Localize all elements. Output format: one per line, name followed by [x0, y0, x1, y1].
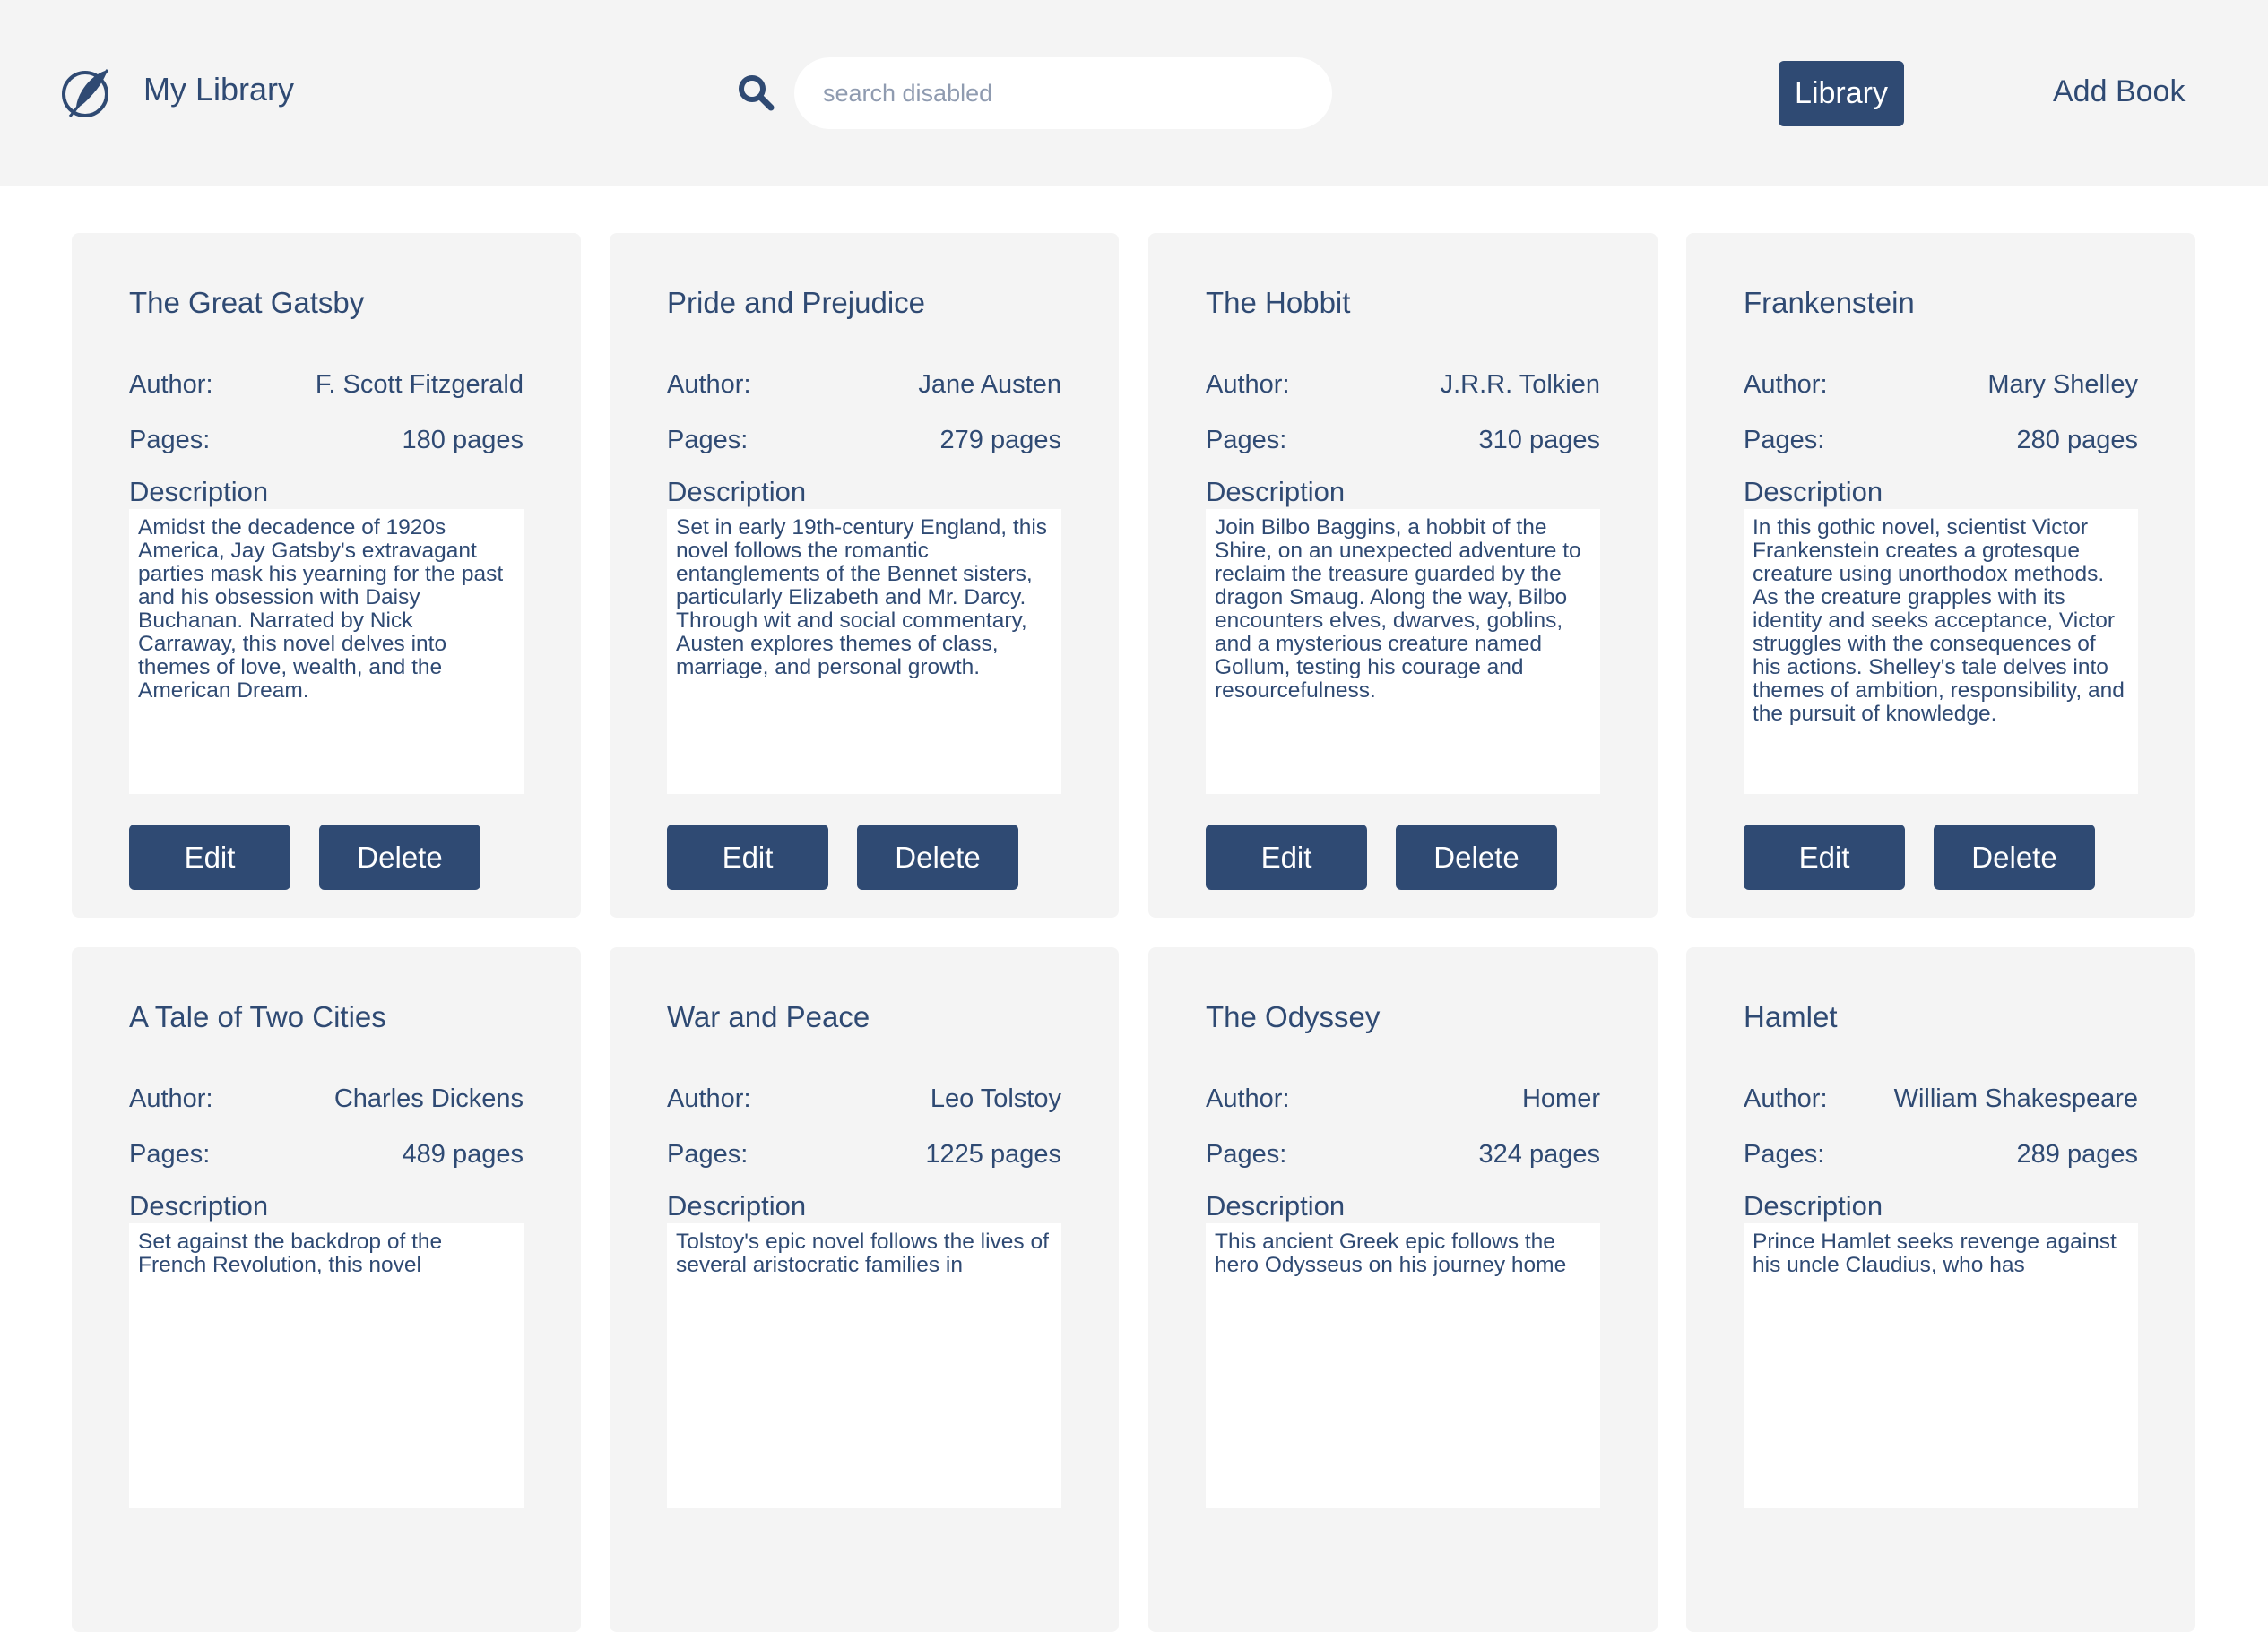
author-label: Author: [1744, 1084, 1828, 1113]
delete-button[interactable]: Delete [857, 825, 1018, 890]
book-title: Frankenstein [1744, 286, 1915, 319]
search-input[interactable] [794, 57, 1332, 129]
author-value: F. Scott Fitzgerald [315, 370, 524, 399]
description-label: Description [667, 476, 807, 507]
author-value: Mary Shelley [1987, 370, 2138, 399]
book-title: War and Peace [667, 1000, 870, 1033]
description-text: Prince Hamlet seeks revenge against his … [1744, 1223, 2138, 1508]
edit-button[interactable]: Edit [1206, 825, 1367, 890]
book-card: The Great Gatsby Author: F. Scott Fitzge… [72, 233, 581, 918]
pages-value: 289 pages [2016, 1140, 2138, 1169]
author-value: Jane Austen [918, 370, 1061, 399]
description-text: Set in early 19th-century England, this … [667, 509, 1061, 794]
description-label: Description [667, 1190, 807, 1222]
pages-label: Pages: [1206, 1140, 1287, 1169]
pages-value: 324 pages [1478, 1140, 1600, 1169]
pages-value: 310 pages [1478, 426, 1600, 454]
description-label: Description [1206, 476, 1346, 507]
description-label: Description [129, 476, 269, 507]
author-value: Homer [1521, 1084, 1600, 1113]
description-label: Description [129, 1190, 269, 1222]
description-text: Tolstoy's epic novel follows the lives o… [667, 1223, 1061, 1508]
pages-value: 180 pages [402, 426, 524, 454]
pages-label: Pages: [1206, 426, 1287, 454]
pages-label: Pages: [667, 1140, 749, 1169]
book-card: Hamlet Author: William Shakespeare Pages… [1686, 947, 2195, 1632]
book-card: Frankenstein Author: Mary Shelley Pages:… [1686, 233, 2195, 918]
author-value: Charles Dickens [333, 1084, 524, 1113]
feather-pen-icon[interactable] [59, 65, 115, 120]
pages-value: 280 pages [2016, 426, 2138, 454]
book-card: The Odyssey Author: Homer Pages: 324 pag… [1148, 947, 1658, 1632]
book-title: Pride and Prejudice [667, 286, 926, 319]
author-value: Leo Tolstoy [930, 1084, 1061, 1113]
nav-add-book-link[interactable]: Add Book [2053, 70, 2185, 113]
description-text: Set against the backdrop of the French R… [129, 1223, 524, 1508]
author-value: J.R.R. Tolkien [1440, 370, 1600, 399]
pages-label: Pages: [129, 1140, 211, 1169]
author-label: Author: [1206, 370, 1290, 399]
book-title: The Hobbit [1206, 286, 1351, 319]
book-title: Hamlet [1744, 1000, 1838, 1033]
author-label: Author: [1744, 370, 1828, 399]
pages-label: Pages: [667, 426, 749, 454]
description-label: Description [1744, 476, 1883, 507]
delete-button[interactable]: Delete [319, 825, 480, 890]
edit-button[interactable]: Edit [1744, 825, 1905, 890]
delete-button[interactable]: Delete [1934, 825, 2095, 890]
author-label: Author: [667, 1084, 751, 1113]
description-text: This ancient Greek epic follows the hero… [1206, 1223, 1600, 1508]
book-card: A Tale of Two Cities Author: Charles Dic… [72, 947, 581, 1632]
book-title: The Great Gatsby [129, 286, 365, 319]
edit-button[interactable]: Edit [667, 825, 828, 890]
author-label: Author: [129, 370, 213, 399]
author-value: William Shakespeare [1893, 1084, 2138, 1113]
book-title: The Odyssey [1206, 1000, 1381, 1033]
pages-label: Pages: [129, 426, 211, 454]
search-icon [739, 75, 775, 111]
author-label: Author: [667, 370, 751, 399]
nav-library-button[interactable]: Library [1779, 61, 1904, 126]
book-card: The Hobbit Author: J.R.R. Tolkien Pages:… [1148, 233, 1658, 918]
app-title[interactable]: My Library [143, 70, 294, 109]
pages-label: Pages: [1744, 1140, 1825, 1169]
book-card: Pride and Prejudice Author: Jane Austen … [610, 233, 1119, 918]
edit-button[interactable]: Edit [129, 825, 290, 890]
author-label: Author: [1206, 1084, 1290, 1113]
description-label: Description [1744, 1190, 1883, 1222]
pages-label: Pages: [1744, 426, 1825, 454]
description-text: Join Bilbo Baggins, a hobbit of the Shir… [1206, 509, 1600, 794]
pages-value: 489 pages [402, 1140, 524, 1169]
pages-value: 279 pages [939, 426, 1061, 454]
pages-value: 1225 pages [925, 1140, 1061, 1169]
description-label: Description [1206, 1190, 1346, 1222]
description-text: Amidst the decadence of 1920s America, J… [129, 509, 524, 794]
delete-button[interactable]: Delete [1396, 825, 1557, 890]
book-card: War and Peace Author: Leo Tolstoy Pages:… [610, 947, 1119, 1632]
book-title: A Tale of Two Cities [129, 1000, 386, 1033]
author-label: Author: [129, 1084, 213, 1113]
top-navbar: My Library Library Add Book [0, 0, 2268, 186]
description-text: In this gothic novel, scientist Victor F… [1744, 509, 2138, 794]
